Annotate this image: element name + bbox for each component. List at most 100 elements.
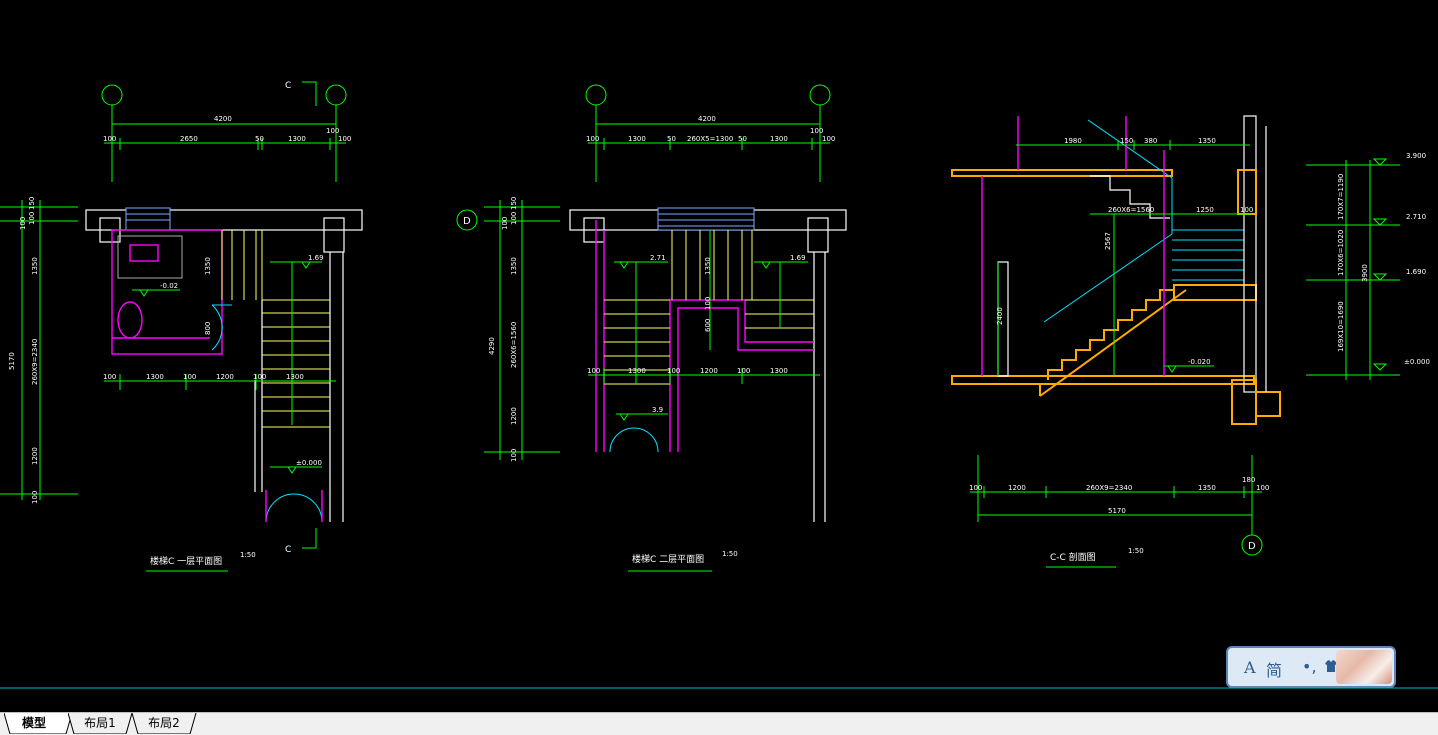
- dim-label: 100: [1240, 206, 1253, 214]
- tab-layout-1[interactable]: 布局1: [68, 713, 133, 734]
- grid-bubble: [585, 84, 607, 106]
- view-title: 楼梯C 二层平面图: [632, 553, 704, 565]
- dim-label: 1300: [770, 135, 788, 143]
- grid-label: D: [1248, 541, 1256, 552]
- dim-label: 169X10=1690: [1337, 301, 1345, 352]
- section-mark-bottom: C: [285, 545, 291, 555]
- section-mark-top: C: [285, 81, 291, 91]
- ime-mode-toggle[interactable]: A: [1244, 658, 1256, 677]
- plan-2-second-floor: D 4200 100 1300 50 260X5=1300 50 1300 10…: [456, 84, 847, 572]
- dim-label: 1350: [510, 257, 518, 275]
- dim-label: 1300: [146, 373, 164, 381]
- dim-label: 1300: [770, 367, 788, 375]
- view-scale: 1:50: [1128, 547, 1144, 555]
- dim-label: 100: [19, 217, 27, 230]
- level-label: 1.69: [790, 254, 806, 262]
- dim-label: 260X6=1560: [1108, 206, 1154, 214]
- dim-label: 180: [1242, 476, 1255, 484]
- dim-label: 150: [28, 197, 36, 210]
- dim-label: 100: [704, 297, 712, 310]
- dim-label: 3900: [1361, 264, 1369, 282]
- grid-bubble: [325, 84, 347, 106]
- view-title: C-C 剖面图: [1050, 551, 1096, 563]
- dim-label: 5170: [1108, 507, 1126, 515]
- ime-status-bar[interactable]: A 简 •,: [1226, 646, 1396, 688]
- dim-label: 150: [510, 197, 518, 210]
- dim-label: 260X9=2340: [1086, 484, 1132, 492]
- section-c-c: 1980 150 380 1350 260X6=1560 1250 100 25…: [951, 115, 1430, 568]
- dim-label: 4290: [488, 337, 496, 355]
- dim-label: 1250: [1196, 206, 1214, 214]
- dim-label: 1300: [628, 135, 646, 143]
- dim-label: 260X5=1300: [687, 135, 733, 143]
- dim-label: 150: [1120, 137, 1133, 145]
- dim-label: 1350: [1198, 484, 1216, 492]
- dim-label: 600: [704, 319, 712, 332]
- dim-label: 100: [326, 127, 339, 135]
- tab-layout-2[interactable]: 布局2: [132, 713, 197, 734]
- dim-label: 1200: [31, 447, 39, 465]
- tab-model[interactable]: 模型: [4, 713, 73, 734]
- dim-label: 380: [1144, 137, 1157, 145]
- dim-label: 1300: [628, 367, 646, 375]
- dim-label: 1200: [510, 407, 518, 425]
- view-title: 楼梯C 一层平面图: [150, 555, 222, 567]
- dim-label: 1350: [204, 257, 212, 275]
- dim-label: 260X6=1560: [510, 322, 518, 368]
- level-label: 3.9: [652, 406, 663, 414]
- level-label: 2.71: [650, 254, 666, 262]
- ime-language-toggle[interactable]: 简: [1266, 657, 1282, 681]
- level-label: 1.69: [308, 254, 324, 262]
- dim-label: 100: [103, 135, 116, 143]
- level-label: ±0.000: [296, 459, 322, 467]
- dim-label: 50: [738, 135, 747, 143]
- dim-label: 1300: [286, 373, 304, 381]
- view-scale: 1:50: [722, 550, 738, 558]
- tab-label: 布局1: [84, 716, 116, 730]
- view-scale: 1:50: [240, 551, 256, 559]
- tab-label: 模型: [21, 716, 46, 730]
- dim-label: 50: [255, 135, 264, 143]
- dim-label: 2650: [180, 135, 198, 143]
- dim-label: 50: [667, 135, 676, 143]
- dim-label: 170X6=1020: [1337, 230, 1345, 276]
- dim-label: 100: [253, 373, 266, 381]
- dim-label: 100: [28, 212, 36, 225]
- plan-1-first-floor: C C 4200 100 2650 50 1300 100 100 5170 1…: [0, 81, 363, 572]
- level-label: -0.02: [160, 282, 178, 290]
- dim-label: 2400: [996, 307, 1004, 325]
- ime-punctuation-toggle[interactable]: •,: [1302, 657, 1317, 676]
- dim-label: 800: [204, 322, 212, 335]
- dim-label: 1350: [704, 257, 712, 275]
- tab-label: 布局2: [148, 716, 180, 730]
- dim-label: 100: [338, 135, 351, 143]
- dim-label: 1350: [1198, 137, 1216, 145]
- ime-skin-image: [1336, 650, 1392, 684]
- level-label: 3.900: [1406, 152, 1426, 160]
- dim-label: 100: [737, 367, 750, 375]
- dim-total: 4200: [214, 115, 232, 123]
- dim-label: 1200: [216, 373, 234, 381]
- grid-bubble: [101, 84, 123, 106]
- dim-label: 100: [183, 373, 196, 381]
- dim-label: 100: [103, 373, 116, 381]
- dim-label: 1350: [31, 257, 39, 275]
- dim-label: 5170: [8, 352, 16, 370]
- dim-label: 100: [667, 367, 680, 375]
- grid-bubble: [809, 84, 831, 106]
- dim-label: 260X9=2340: [31, 339, 39, 385]
- dim-label: 100: [969, 484, 982, 492]
- level-label: -0.020: [1188, 358, 1211, 366]
- level-label: ±0.000: [1404, 358, 1430, 366]
- dim-label: 100: [510, 449, 518, 462]
- cad-model-space[interactable]: C C 4200 100 2650 50 1300 100 100 5170 1…: [0, 0, 1438, 712]
- dim-label: 100: [501, 217, 509, 230]
- grid-label: D: [463, 216, 471, 227]
- dim-label: 100: [1256, 484, 1269, 492]
- dim-label: 100: [586, 135, 599, 143]
- dim-label: 170X7=1190: [1337, 174, 1345, 220]
- dim-label: 100: [31, 491, 39, 504]
- dim-label: 1300: [288, 135, 306, 143]
- dim-label: 100: [587, 367, 600, 375]
- dim-label: 100: [810, 127, 823, 135]
